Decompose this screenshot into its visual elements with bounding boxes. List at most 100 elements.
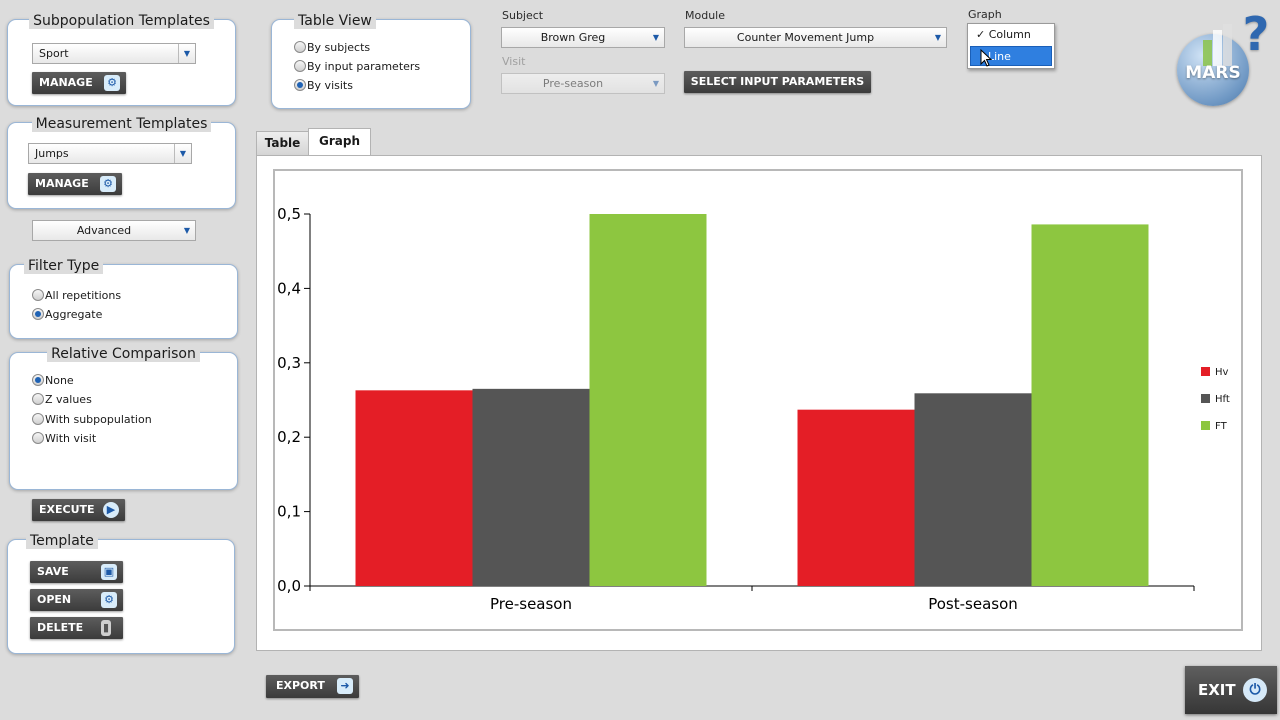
- select-input-parameters-button[interactable]: SELECT INPUT PARAMETERS: [684, 71, 871, 93]
- legend-swatch-ft: [1201, 421, 1210, 430]
- subject-select[interactable]: Brown Greg ▼: [501, 27, 665, 48]
- legend-item-hft: Hft: [1201, 394, 1230, 406]
- template-open-button[interactable]: OPEN ⚙: [30, 589, 123, 611]
- measurement-templates-panel: Measurement Templates Jumps ▼ MANAGE ⚙: [7, 116, 236, 209]
- tab-graph[interactable]: Graph: [308, 128, 371, 156]
- radio-indicator: [294, 60, 306, 72]
- module-select-value: Counter Movement Jump: [736, 31, 875, 44]
- chevron-down-icon: ▼: [652, 33, 660, 42]
- mars-logo: ? MARS: [1175, 8, 1275, 106]
- subpopulation-select[interactable]: Sport ▼: [32, 43, 196, 64]
- radio-indicator: [32, 308, 44, 320]
- filter-aggregate-radio[interactable]: Aggregate: [32, 308, 102, 324]
- x-category-label: Pre-season: [490, 595, 572, 613]
- comparison-visit-radio[interactable]: With visit: [32, 432, 96, 448]
- export-button[interactable]: EXPORT ➜: [266, 675, 359, 698]
- radio-indicator: [32, 393, 44, 405]
- bar-hv-pre-season: [355, 390, 473, 586]
- comparison-z-values-radio[interactable]: Z values: [32, 393, 92, 409]
- subject-label: Subject: [502, 9, 544, 22]
- execute-button[interactable]: EXECUTE ▶: [32, 499, 125, 521]
- relative-comparison-panel: Relative Comparison None Z values With s…: [9, 346, 238, 490]
- bar-ft-post-season: [1031, 224, 1149, 586]
- power-icon: ⏻: [1243, 678, 1267, 702]
- visit-select-value: Pre-season: [542, 77, 604, 90]
- view-by-subjects-radio[interactable]: By subjects: [294, 41, 370, 57]
- measurement-select[interactable]: Jumps ▼: [28, 143, 192, 164]
- bar-hft-pre-season: [472, 388, 590, 586]
- measurement-templates-title: Measurement Templates: [31, 116, 212, 132]
- logo-text: MARS: [1185, 63, 1241, 83]
- y-tick-label: 0,3: [277, 354, 301, 372]
- chevron-down-icon: ▼: [934, 33, 942, 42]
- y-tick-label: 0,5: [277, 205, 301, 223]
- y-tick-label: 0,2: [277, 428, 301, 446]
- subpopulation-select-value: Sport: [39, 47, 69, 60]
- filter-all-repetitions-radio[interactable]: All repetitions: [32, 289, 121, 305]
- legend-item-hv: Hv: [1201, 367, 1228, 379]
- radio-indicator: [294, 79, 306, 91]
- module-select[interactable]: Counter Movement Jump ▼: [684, 27, 947, 48]
- bar-hv-post-season: [797, 409, 915, 586]
- measurement-select-value: Jumps: [35, 147, 69, 160]
- filter-type-panel: Filter Type All repetitions Aggregate: [9, 258, 238, 339]
- table-view-panel: Table View By subjects By input paramete…: [271, 13, 471, 109]
- select-input-parameters-label: SELECT INPUT PARAMETERS: [690, 75, 865, 88]
- radio-indicator: [32, 413, 44, 425]
- bar-ft-pre-season: [589, 214, 707, 586]
- template-delete-label: DELETE: [37, 621, 84, 634]
- view-by-input-parameters-radio[interactable]: By input parameters: [294, 60, 420, 76]
- template-panel: Template SAVE ▣ OPEN ⚙ DELETE ▮: [7, 533, 235, 654]
- module-label: Module: [685, 9, 725, 22]
- gear-icon: ⚙: [101, 592, 117, 608]
- visit-label: Visit: [502, 55, 526, 68]
- advanced-select[interactable]: Advanced ▼: [32, 220, 196, 241]
- x-category-label: Post-season: [928, 595, 1018, 613]
- mouse-cursor-icon: [980, 48, 993, 67]
- bar-hft-post-season: [914, 393, 1032, 586]
- graph-type-menu: ✓ Column Line: [967, 23, 1055, 69]
- chevron-down-icon: ▼: [652, 79, 660, 88]
- radio-indicator: [32, 289, 44, 301]
- graph-menu-item-column[interactable]: ✓ Column: [970, 26, 1052, 44]
- exit-label: EXIT: [1198, 681, 1236, 699]
- subject-select-value: Brown Greg: [540, 31, 606, 44]
- comparison-subpopulation-radio[interactable]: With subpopulation: [32, 413, 152, 429]
- view-by-visits-radio[interactable]: By visits: [294, 79, 353, 95]
- legend-item-ft: FT: [1201, 421, 1227, 433]
- table-view-title: Table View: [294, 13, 376, 29]
- radio-indicator: [32, 432, 44, 444]
- template-save-label: SAVE: [37, 565, 69, 578]
- checkmark-icon: ✓: [976, 28, 986, 41]
- visit-select[interactable]: Pre-season ▼: [501, 73, 665, 94]
- chevron-down-icon: ▼: [174, 144, 191, 163]
- legend-swatch-hft: [1201, 394, 1210, 403]
- radio-indicator: [294, 41, 306, 53]
- template-title: Template: [26, 533, 98, 549]
- exit-button[interactable]: EXIT ⏻: [1185, 666, 1277, 714]
- gear-icon: ⚙: [104, 75, 120, 91]
- tab-table[interactable]: Table: [256, 131, 309, 155]
- play-icon: ▶: [103, 502, 119, 518]
- measurement-manage-button[interactable]: MANAGE ⚙: [28, 173, 122, 195]
- radio-indicator: [32, 374, 44, 386]
- graph-label: Graph: [968, 8, 1002, 21]
- floppy-disk-icon: ▣: [101, 564, 117, 580]
- subpopulation-templates-title: Subpopulation Templates: [29, 13, 214, 29]
- export-label: EXPORT: [276, 679, 325, 692]
- chevron-down-icon: ▼: [183, 226, 191, 235]
- advanced-select-value: Advanced: [76, 224, 132, 237]
- comparison-none-radio[interactable]: None: [32, 374, 74, 390]
- help-icon[interactable]: ?: [1237, 8, 1275, 60]
- subpopulation-manage-button[interactable]: MANAGE ⚙: [32, 72, 126, 94]
- relative-comparison-title: Relative Comparison: [47, 346, 200, 362]
- template-delete-button[interactable]: DELETE ▮: [30, 617, 123, 639]
- y-tick-label: 0,0: [277, 577, 301, 595]
- measurement-manage-label: MANAGE: [35, 177, 89, 190]
- y-tick-label: 0,4: [277, 279, 301, 297]
- legend-swatch-hv: [1201, 367, 1210, 376]
- filter-type-title: Filter Type: [24, 258, 104, 274]
- template-open-label: OPEN: [37, 593, 72, 606]
- template-save-button[interactable]: SAVE ▣: [30, 561, 123, 583]
- trash-icon: ▮: [101, 620, 111, 636]
